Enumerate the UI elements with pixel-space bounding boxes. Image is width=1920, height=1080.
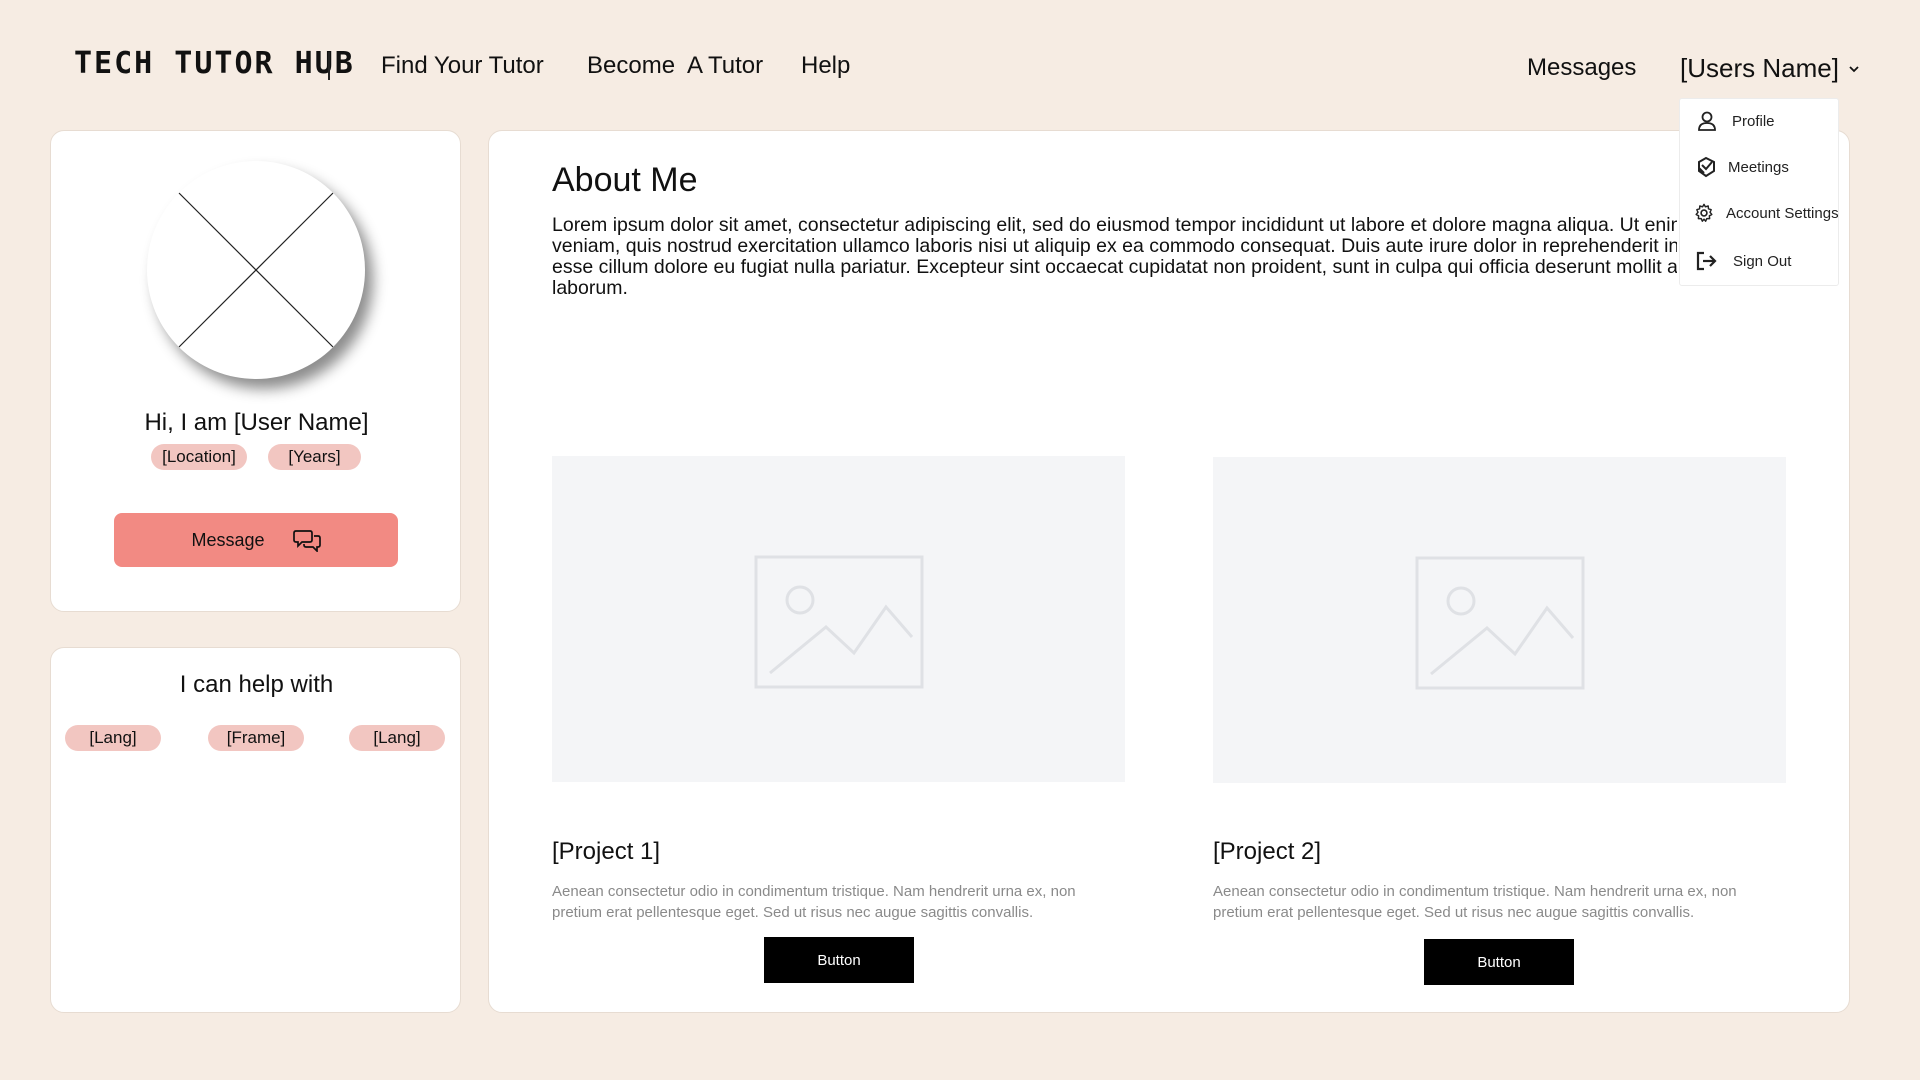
project-2-title: [Project 2]	[1213, 838, 1322, 865]
profile-card: Hi, I am [User Name] [Location] [Years] …	[50, 130, 461, 612]
user-dropdown-menu: Profile Meetings Account Settings Sign O…	[1679, 98, 1839, 286]
dropdown-item-sign-out[interactable]: Sign Out	[1680, 241, 1840, 281]
help-card: I can help with [Lang] [Frame] [Lang]	[50, 647, 461, 1013]
page: TECH TUTOR HUB Find Your Tutor Become A …	[0, 0, 1920, 1080]
project-2-button[interactable]: Button	[1424, 939, 1574, 985]
nav-find-tutor-link[interactable]: Find Your Tutor	[381, 52, 544, 80]
gear-icon	[1695, 203, 1713, 222]
profile-greeting: Hi, I am [User Name]	[144, 409, 369, 436]
dropdown-item-account-settings[interactable]: Account Settings	[1680, 194, 1840, 234]
project-image-placeholder	[1213, 457, 1786, 783]
project-1-description: Aenean consectetur odio in condimentum t…	[552, 883, 1076, 921]
logo-divider	[328, 52, 330, 80]
project-2-description: Aenean consectetur odio in condimentum t…	[1213, 883, 1737, 921]
about-title: About Me	[552, 161, 698, 199]
dropdown-item-label: Profile	[1732, 113, 1775, 130]
about-card: About Me Lorem ipsum dolor sit amet, con…	[488, 130, 1850, 1013]
nav-help-link[interactable]: Help	[801, 52, 850, 80]
nav-messages-link[interactable]: Messages	[1527, 54, 1636, 82]
user-icon	[1698, 111, 1716, 131]
avatar-placeholder-icon	[148, 162, 364, 378]
project-image-placeholder	[552, 456, 1125, 782]
message-button[interactable]: Message	[114, 513, 398, 567]
about-text-container: Lorem ipsum dolor sit amet, consectetur …	[552, 215, 1677, 305]
top-nav: TECH TUTOR HUB Find Your Tutor Become A …	[0, 0, 1920, 130]
skill-tag: [Lang]	[349, 725, 445, 751]
dropdown-item-meetings[interactable]: Meetings	[1680, 148, 1840, 188]
logo[interactable]: TECH TUTOR HUB	[74, 46, 355, 81]
chevron-down-icon	[1849, 65, 1859, 72]
image-icon	[1415, 556, 1585, 690]
dropdown-item-label: Meetings	[1728, 159, 1789, 176]
dropdown-item-label: Sign Out	[1733, 253, 1792, 270]
about-text: Lorem ipsum dolor sit amet, consectetur …	[552, 215, 1677, 299]
user-menu-toggle[interactable]: [Users Name]	[1680, 53, 1861, 84]
nav-become-tutor-link[interactable]: Become A Tutor	[587, 52, 763, 80]
location-tag: [Location]	[151, 444, 247, 470]
chat-icon	[292, 530, 321, 552]
sign-out-icon	[1696, 251, 1717, 271]
skill-tag: [Lang]	[65, 725, 161, 751]
dropdown-item-label: Account Settings	[1726, 205, 1839, 222]
user-menu-label: [Users Name]	[1680, 53, 1839, 83]
years-tag: [Years]	[268, 444, 361, 470]
image-icon	[754, 555, 924, 689]
message-button-label: Message	[191, 529, 265, 550]
avatar	[147, 161, 365, 379]
project-1-button[interactable]: Button	[764, 937, 914, 983]
project-1-title: [Project 1]	[552, 838, 661, 865]
skill-tag: [Frame]	[208, 725, 304, 751]
meetings-icon	[1698, 156, 1715, 178]
dropdown-item-profile[interactable]: Profile	[1680, 101, 1840, 141]
help-title: I can help with	[179, 671, 334, 698]
